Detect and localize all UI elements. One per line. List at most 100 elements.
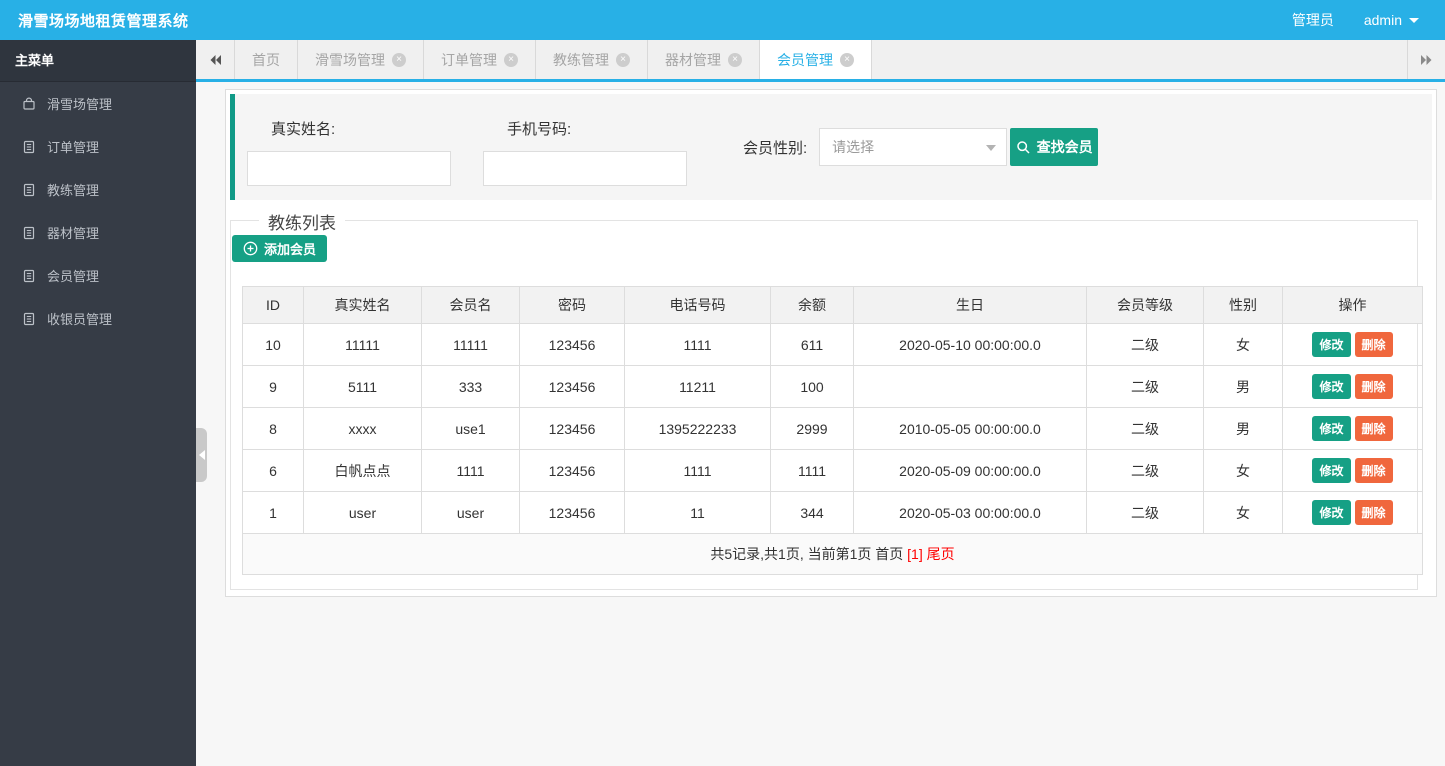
tabs-scroll-left-button[interactable]	[196, 40, 235, 79]
real-name-field-group: 真实姓名:	[247, 118, 451, 186]
tab-member-management[interactable]: 会员管理	[760, 40, 872, 79]
edit-button[interactable]: 修改	[1312, 416, 1351, 441]
sidebar-item-label: 会员管理	[47, 269, 100, 284]
delete-button[interactable]: 删除	[1354, 416, 1393, 441]
tab-home[interactable]: 首页	[235, 40, 298, 79]
pagination-summary: 共5记录,共1页, 当前第1页	[710, 546, 872, 562]
gender-select-value: 请选择	[832, 139, 875, 155]
cell-phone: 11	[624, 491, 771, 534]
cell-gender: 男	[1203, 407, 1283, 450]
cell-birthday: 2020-05-03 00:00:00.0	[853, 491, 1087, 534]
main-content: 真实姓名: 手机号码: 会员性别: 请选择 查找会员 教练列表 添加会员 ID …	[196, 82, 1445, 766]
page-title: 滑雪场场地租赁管理系统	[18, 12, 189, 30]
double-left-arrow-icon	[210, 54, 221, 65]
cell-actions: 修改 删除	[1282, 449, 1423, 492]
cell-id: 1	[242, 491, 304, 534]
pagination-current-page[interactable]: [1]	[907, 546, 923, 562]
close-icon[interactable]	[504, 52, 518, 67]
tab-ski-field-management[interactable]: 滑雪场管理	[298, 40, 424, 79]
sidebar-item-orders[interactable]: 订单管理	[0, 125, 196, 168]
delete-button[interactable]: 删除	[1354, 374, 1393, 399]
cell-level: 二级	[1086, 323, 1204, 366]
sidebar-item-label: 器材管理	[47, 226, 100, 241]
cell-member-name: user	[421, 491, 520, 534]
phone-label: 手机号码:	[507, 121, 572, 138]
delete-button[interactable]: 删除	[1354, 332, 1393, 357]
caret-down-icon	[986, 145, 997, 151]
cell-phone: 1395222233	[624, 407, 771, 450]
gender-select[interactable]: 请选择	[819, 128, 1008, 166]
sidebar-item-equipment[interactable]: 器材管理	[0, 211, 196, 254]
sidebar-header: 主菜单	[0, 40, 196, 82]
close-icon[interactable]	[616, 52, 630, 67]
cell-actions: 修改 删除	[1282, 491, 1423, 534]
cell-birthday: 2010-05-05 00:00:00.0	[853, 407, 1087, 450]
edit-button[interactable]: 修改	[1312, 374, 1351, 399]
cell-member-name: 1111	[421, 449, 520, 492]
list-legend: 教练列表	[259, 209, 345, 234]
cell-password: 123456	[519, 323, 625, 366]
sidebar-item-coaches[interactable]: 教练管理	[0, 168, 196, 211]
col-header-birthday: 生日	[853, 286, 1087, 324]
cell-balance: 2999	[770, 407, 854, 450]
edit-button[interactable]: 修改	[1312, 500, 1351, 525]
sidebar-item-label: 订单管理	[47, 140, 100, 155]
search-member-button[interactable]: 查找会员	[1010, 128, 1099, 166]
pagination-last-link[interactable]: 尾页	[927, 546, 955, 562]
table-row: 9 5111 333 123456 11211 100 二级 男 修改 删除	[242, 365, 1423, 408]
cell-real-name: xxxx	[303, 407, 422, 450]
delete-button[interactable]: 删除	[1354, 500, 1393, 525]
sidebar-item-ski-field[interactable]: 滑雪场管理	[0, 82, 196, 125]
cell-gender: 女	[1203, 449, 1283, 492]
cell-level: 二级	[1086, 491, 1204, 534]
cell-birthday: 2020-05-10 00:00:00.0	[853, 323, 1087, 366]
tab-coach-management[interactable]: 教练管理	[536, 40, 648, 79]
cell-phone: 11211	[624, 365, 771, 408]
pagination: 共5记录,共1页, 当前第1页 首页 [1] 尾页	[242, 533, 1423, 575]
edit-button[interactable]: 修改	[1312, 332, 1351, 357]
tab-label: 会员管理	[777, 51, 833, 68]
add-member-button[interactable]: 添加会员	[232, 235, 328, 262]
cell-balance: 1111	[770, 449, 854, 492]
tabbar: 首页 滑雪场管理 订单管理 教练管理 器材管理 会员管理	[196, 40, 1445, 82]
tabs-scroll-right-button[interactable]	[1407, 40, 1445, 79]
cell-gender: 女	[1203, 323, 1283, 366]
cell-birthday: 2020-05-09 00:00:00.0	[853, 449, 1087, 492]
cell-member-name: use1	[421, 407, 520, 450]
real-name-input[interactable]	[247, 151, 451, 186]
tab-label: 订单管理	[441, 51, 497, 68]
close-icon[interactable]	[392, 52, 406, 67]
phone-field-group: 手机号码:	[483, 118, 687, 186]
sidebar-item-label: 教练管理	[47, 183, 100, 198]
cell-gender: 男	[1203, 365, 1283, 408]
sidebar-item-label: 滑雪场管理	[47, 97, 113, 112]
role-link[interactable]: 管理员	[1292, 10, 1334, 30]
sidebar: 主菜单 滑雪场管理 订单管理 教练管理 器材管理 会员管理 收银员管理	[0, 40, 196, 766]
tab-label: 滑雪场管理	[315, 51, 385, 68]
table-header-row: ID 真实姓名 会员名 密码 电话号码 余额 生日 会员等级 性别 操作	[242, 286, 1423, 324]
cell-real-name: 5111	[303, 365, 422, 408]
tab-equipment-management[interactable]: 器材管理	[648, 40, 760, 79]
phone-input[interactable]	[483, 151, 687, 186]
member-panel: 真实姓名: 手机号码: 会员性别: 请选择 查找会员 教练列表 添加会员 ID …	[225, 89, 1437, 597]
col-header-member-name: 会员名	[421, 286, 520, 324]
bag-icon	[23, 97, 35, 110]
tab-order-management[interactable]: 订单管理	[424, 40, 536, 79]
sidebar-item-members[interactable]: 会员管理	[0, 254, 196, 297]
close-icon[interactable]	[728, 52, 742, 67]
username: admin	[1363, 12, 1402, 28]
pagination-first-link[interactable]: 首页	[875, 546, 903, 562]
user-menu[interactable]: admin	[1364, 12, 1419, 28]
edit-button[interactable]: 修改	[1312, 458, 1351, 483]
file-icon	[23, 140, 35, 153]
cell-level: 二级	[1086, 449, 1204, 492]
file-icon	[23, 312, 35, 325]
close-icon[interactable]	[840, 52, 854, 67]
sidebar-collapse-handle[interactable]	[196, 428, 207, 482]
cell-password: 123456	[519, 491, 625, 534]
delete-button[interactable]: 删除	[1354, 458, 1393, 483]
table-row: 8 xxxx use1 123456 1395222233 2999 2010-…	[242, 407, 1423, 450]
sidebar-item-cashiers[interactable]: 收银员管理	[0, 297, 196, 340]
col-header-id: ID	[242, 286, 304, 324]
cell-id: 8	[242, 407, 304, 450]
